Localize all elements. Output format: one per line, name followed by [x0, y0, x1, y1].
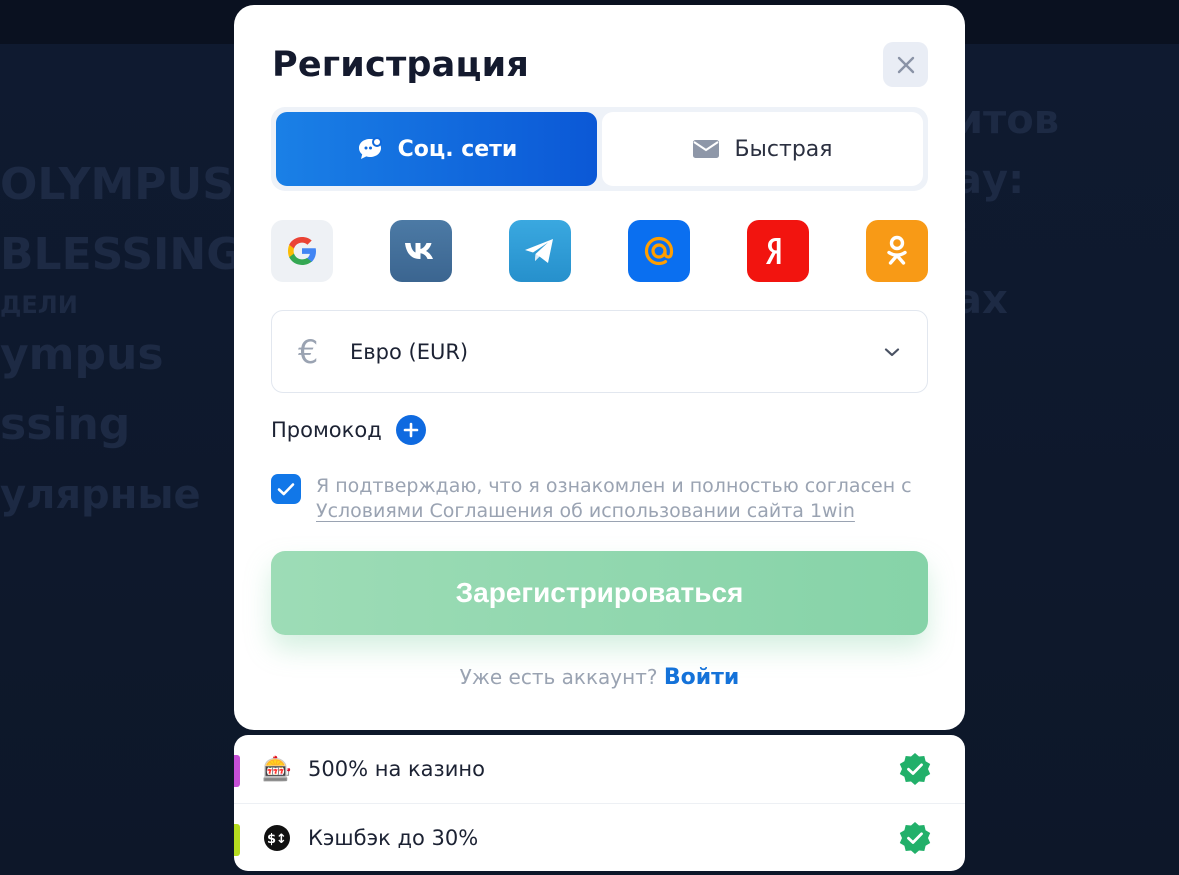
bonus-accent-bar — [234, 755, 240, 787]
background-promo-text-right: итов ау: i ах — [955, 97, 1060, 323]
chat-bubble-icon — [358, 137, 382, 159]
plus-icon — [403, 422, 419, 438]
telegram-login-button[interactable] — [509, 220, 571, 282]
bonus-row-casino: 🎰 500% на казино — [234, 735, 965, 803]
close-button[interactable] — [883, 42, 928, 87]
currency-select[interactable]: € Евро (EUR) — [271, 310, 928, 393]
checkmark-icon — [277, 483, 295, 496]
tab-quick-label: Быстрая — [734, 136, 833, 162]
register-button[interactable]: Зарегистрироваться — [271, 551, 928, 635]
close-icon — [897, 56, 914, 73]
bonus-row-cashback: $↕ Кэшбэк до 30% — [234, 803, 965, 871]
registration-tabs: Соц. сети Быстрая — [271, 107, 928, 191]
tab-quick[interactable]: Быстрая — [602, 112, 923, 186]
login-prompt: Уже есть аккаунт? Войти — [234, 665, 965, 690]
slot-machine-icon: 🎰 — [262, 755, 292, 783]
tab-social-networks[interactable]: Соц. сети — [276, 112, 597, 186]
telegram-icon — [525, 239, 553, 263]
promo-code-row: Промокод — [271, 415, 426, 445]
svg-text:$↕: $↕ — [267, 832, 287, 847]
modal-title: Регистрация — [272, 45, 530, 85]
google-icon — [288, 237, 316, 265]
terms-agreement: Я подтверждаю, что я ознакомлен и полнос… — [271, 474, 931, 524]
bonus-panel: 🎰 500% на казино $↕ Кэшбэк до 30% — [234, 735, 965, 871]
cashback-icon: $↕ — [262, 823, 292, 853]
google-login-button[interactable] — [271, 220, 333, 282]
tab-social-networks-label: Соц. сети — [397, 136, 518, 162]
social-login-row — [271, 220, 928, 282]
terms-link[interactable]: Условиями Соглашения об использовании са… — [316, 500, 855, 522]
bonus-accent-bar — [234, 824, 240, 856]
bonus-label: Кэшбэк до 30% — [308, 825, 479, 850]
verified-check-icon — [899, 753, 931, 785]
add-promo-code-button[interactable] — [395, 415, 426, 445]
background-promo-text-left: OLYMPUS BLESSING ДЕЛИ ympus ssing улярны… — [0, 159, 243, 518]
terms-text-body: Я подтверждаю, что я ознакомлен и полнос… — [316, 475, 912, 497]
odnoklassniki-icon — [887, 235, 907, 265]
vk-login-button[interactable] — [390, 220, 452, 282]
bonus-label: 500% на казино — [308, 757, 485, 781]
euro-icon: € — [298, 332, 319, 371]
currency-select-value: Евро (EUR) — [350, 339, 469, 364]
registration-modal: Регистрация Соц. сети Быстрая € Евро (EU… — [234, 5, 965, 730]
yandex-icon — [766, 238, 781, 264]
odnoklassniki-login-button[interactable] — [866, 220, 928, 282]
promo-code-label: Промокод — [271, 418, 382, 442]
login-question: Уже есть аккаунт? — [459, 665, 664, 689]
chevron-down-icon — [884, 347, 900, 356]
yandex-login-button[interactable] — [747, 220, 809, 282]
mail-ru-icon — [644, 236, 674, 266]
envelope-icon — [693, 140, 720, 158]
terms-text: Я подтверждаю, что я ознакомлен и полнос… — [316, 474, 931, 524]
verified-check-icon — [899, 822, 931, 854]
terms-checkbox[interactable] — [271, 474, 301, 504]
mail-ru-login-button[interactable] — [628, 220, 690, 282]
login-link[interactable]: Войти — [664, 665, 739, 690]
vk-icon — [405, 243, 433, 259]
